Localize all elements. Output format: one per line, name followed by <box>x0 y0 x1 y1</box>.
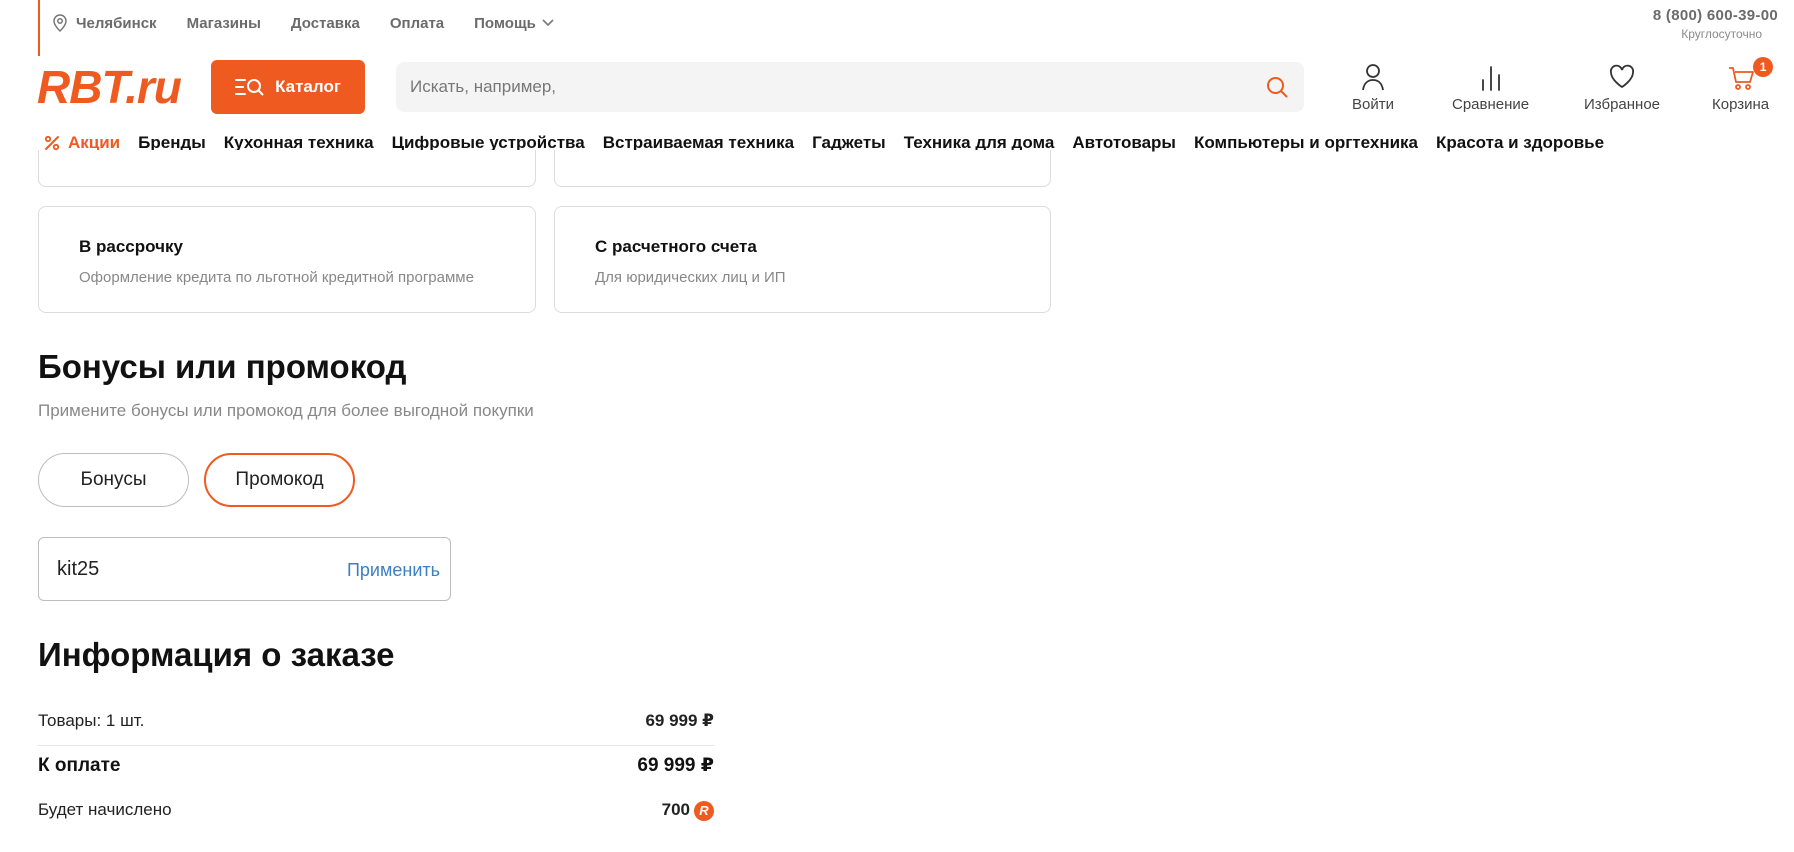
bonus-amount-value: 700 <box>661 800 690 819</box>
catalog-label: Каталог <box>275 77 341 96</box>
top-bar: Челябинск Магазины Доставка Оплата Помощ… <box>38 0 1778 56</box>
apply-promocode-button[interactable]: Применить <box>347 560 440 581</box>
compare-button[interactable]: Сравнение <box>1452 62 1529 113</box>
nav-item-computers[interactable]: Компьютеры и оргтехника <box>1194 133 1418 153</box>
payment-option-desc: Для юридических лиц и ИП <box>595 269 786 286</box>
cart-label: Корзина <box>1712 96 1770 113</box>
catalog-search-icon <box>235 79 264 96</box>
compare-label: Сравнение <box>1452 96 1530 113</box>
cart-count-badge: 1 <box>1753 57 1774 77</box>
location-pin-icon <box>53 14 67 32</box>
order-items-amount: 69 999 ₽ <box>645 711 714 730</box>
site-logo[interactable]: RBT.ru <box>37 62 182 112</box>
promocode-field[interactable]: kit25 Применить <box>38 537 451 601</box>
payment-option-partial[interactable] <box>38 150 536 187</box>
favorites-button[interactable]: Избранное <box>1584 62 1660 113</box>
payment-option-installment[interactable]: В рассрочку Оформление кредита по льготн… <box>38 206 536 313</box>
order-items-label: Товары: 1 шт. <box>38 711 145 730</box>
top-links: Челябинск Магазины Доставка Оплата Помощ… <box>52 14 592 32</box>
divider <box>38 745 714 746</box>
favorites-label: Избранное <box>1584 96 1661 113</box>
help-menu[interactable]: Помощь <box>474 15 562 32</box>
order-bonus-amount: 700 R <box>662 800 714 821</box>
link-stores[interactable]: Магазины <box>187 15 261 32</box>
tab-promocode[interactable]: Промокод <box>204 453 355 507</box>
payment-option-desc: Оформление кредита по льготной кредитной… <box>79 269 474 286</box>
percent-icon <box>44 135 60 151</box>
search-icon[interactable] <box>1266 76 1288 98</box>
payment-option-title: С расчетного счета <box>595 237 757 256</box>
cart-button[interactable]: Корзина 1 <box>1712 57 1774 113</box>
login-label: Войти <box>1352 96 1394 113</box>
payment-option-invoice[interactable]: С расчетного счета Для юридических лиц и… <box>554 206 1051 313</box>
chevron-down-icon <box>542 19 554 27</box>
help-label: Помощь <box>474 14 536 32</box>
heart-icon <box>1610 64 1635 89</box>
search-input[interactable] <box>410 62 1250 112</box>
bonuses-subtitle: Примените бонусы или промокод для более … <box>38 401 534 420</box>
phone-number[interactable]: 8 (800) 600-39-00 <box>1653 7 1778 24</box>
search-bar <box>396 62 1304 112</box>
compare-icon <box>1481 66 1500 91</box>
payment-option-title: В рассрочку <box>79 237 183 256</box>
order-total-label: К оплате <box>38 754 121 776</box>
accent-line <box>38 0 40 56</box>
city-selector[interactable]: Челябинск <box>52 14 157 32</box>
order-bonus-row: Будет начислено 700 R <box>38 800 714 821</box>
link-payment[interactable]: Оплата <box>390 15 444 32</box>
promocode-input[interactable]: kit25 <box>57 558 99 581</box>
login-button[interactable]: Войти <box>1352 62 1394 113</box>
bonuses-title: Бонусы или промокод <box>38 348 407 385</box>
phone-note: Круглосуточно <box>1681 27 1762 41</box>
link-delivery[interactable]: Доставка <box>291 15 360 32</box>
catalog-button[interactable]: Каталог <box>211 60 365 114</box>
order-info-title: Информация о заказе <box>38 636 395 673</box>
nav-item-auto[interactable]: Автотовары <box>1072 133 1176 153</box>
city-label: Челябинск <box>76 14 157 32</box>
order-items-row: Товары: 1 шт. 69 999 ₽ <box>38 711 714 731</box>
payment-option-partial[interactable] <box>554 150 1051 187</box>
bonus-coin-icon: R <box>694 800 714 821</box>
order-total-row: К оплате 69 999 ₽ <box>38 754 714 777</box>
order-total-amount: 69 999 ₽ <box>637 755 714 776</box>
tab-bonuses[interactable]: Бонусы <box>38 453 189 507</box>
nav-item-beauty[interactable]: Красота и здоровье <box>1436 133 1604 153</box>
phone-block: 8 (800) 600-39-00 Круглосуточно <box>1653 7 1778 41</box>
cart-icon <box>1728 67 1754 90</box>
user-icon <box>1362 64 1384 91</box>
order-bonus-label: Будет начислено <box>38 800 172 820</box>
